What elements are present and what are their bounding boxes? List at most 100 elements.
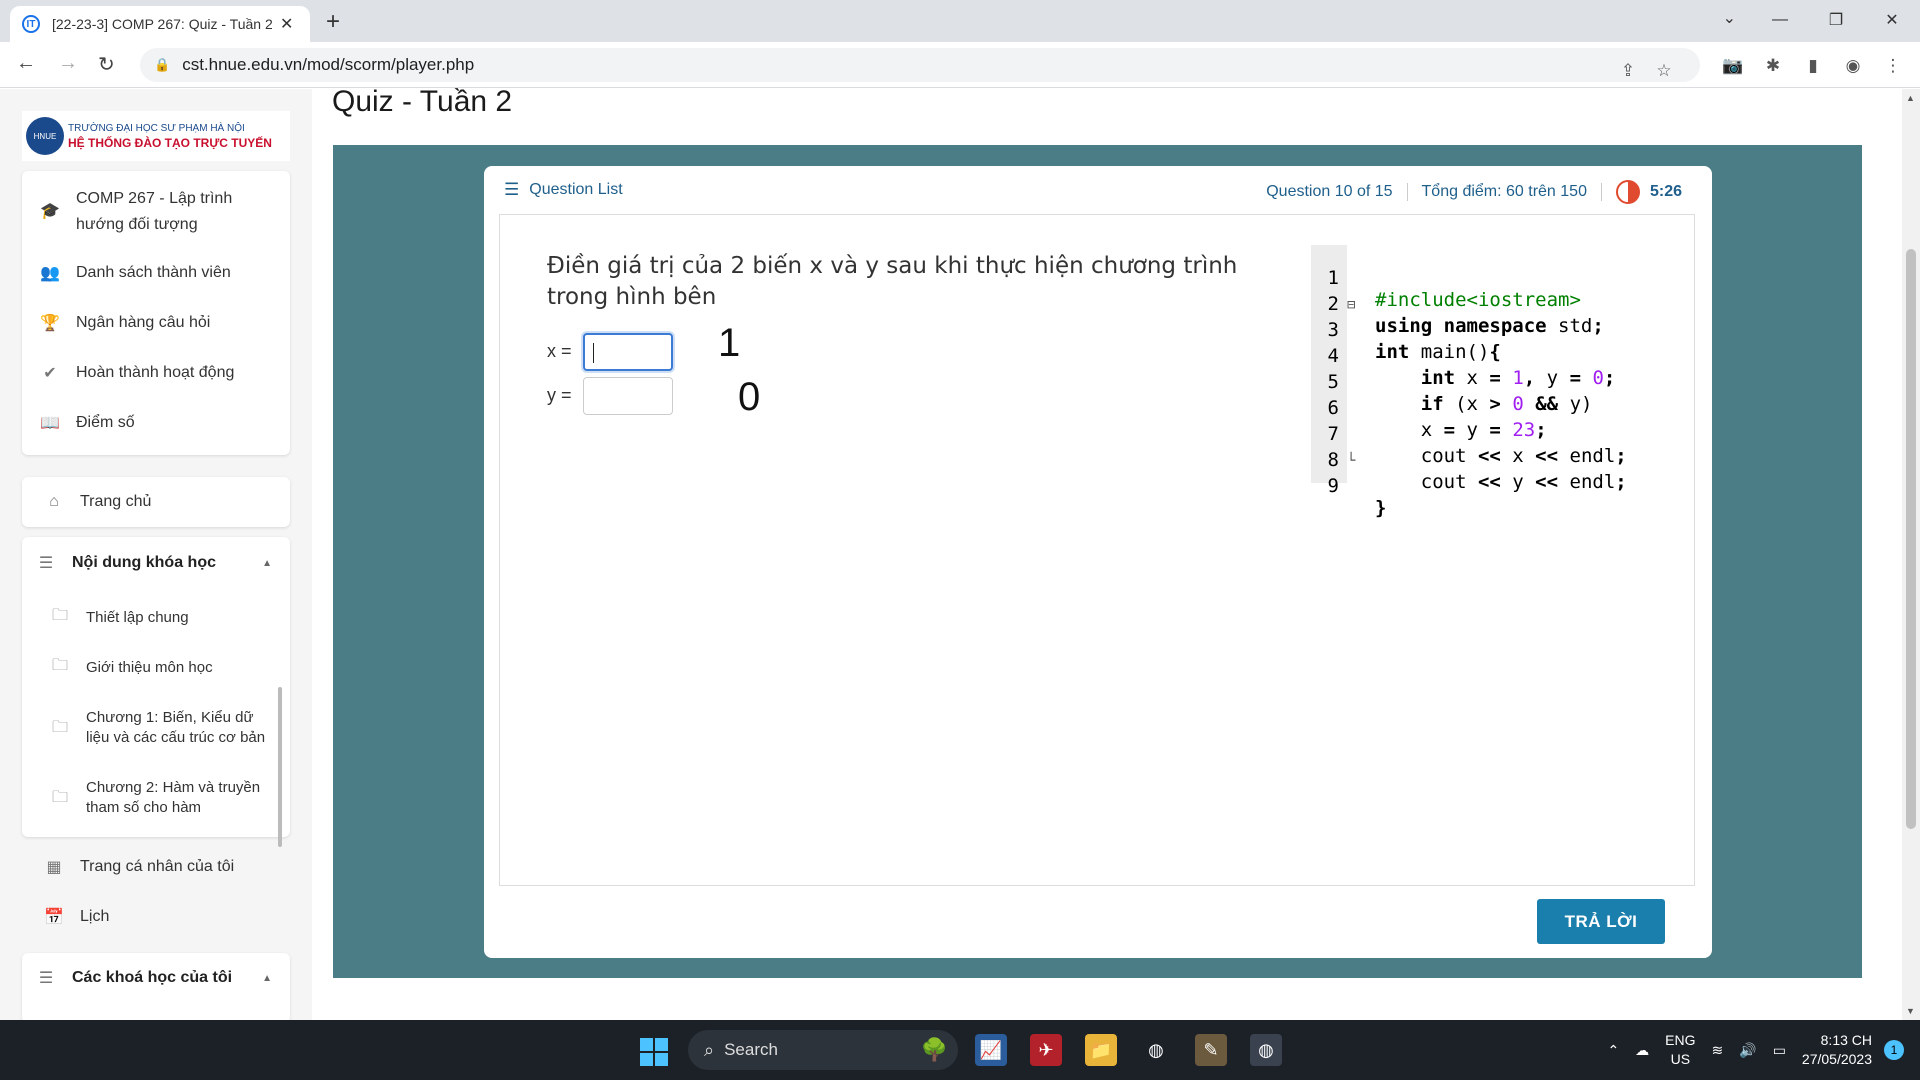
section-label: Giới thiệu môn học	[86, 658, 213, 676]
profile-avatar-icon[interactable]: ◉	[1836, 50, 1870, 82]
share-icon[interactable]: ⇪	[1612, 55, 1644, 87]
scroll-up-icon[interactable]: ▲	[1906, 93, 1915, 103]
question-list-button[interactable]: ☰ Question List	[504, 180, 623, 200]
minimize-icon[interactable]: —	[1752, 0, 1808, 40]
sidebar-item-members[interactable]: 👥 Danh sách thành viên	[22, 253, 290, 293]
bookmark-star-icon[interactable]: ☆	[1648, 55, 1680, 87]
list-icon: ☰	[38, 970, 54, 987]
folder-icon: 🗀	[51, 719, 68, 736]
side-panel-icon[interactable]: ▮	[1796, 50, 1830, 82]
total-score: Tổng điểm: 60 trên 150	[1421, 183, 1587, 200]
media-app-icon[interactable]: ✎	[1195, 1034, 1227, 1066]
x-label: x =	[547, 341, 572, 361]
section-label: Thiết lập chung	[86, 608, 189, 626]
sidebar-item-completion[interactable]: ✔ Hoàn thành hoạt động	[22, 353, 290, 393]
close-tab-icon[interactable]: ✕	[280, 14, 293, 34]
forward-icon[interactable]: →	[58, 52, 78, 75]
chrome-profile-icon[interactable]: ◍	[1250, 1034, 1282, 1066]
sidebar-item-section[interactable]: 🗀 Chương 1: Biến, Kiểu dữ liệu và các cấ…	[22, 695, 290, 761]
sidebar-item-label: Ngân hàng câu hỏi	[76, 314, 211, 331]
page-scrollbar[interactable]: ▲ ▼	[1902, 89, 1920, 1020]
sidebar-item-course[interactable]: 🎓 COMP 267 - Lập trình hướng đối tượng	[22, 185, 290, 239]
section-label: Chương 1: Biến, Kiểu dữ liệu và các cấu …	[86, 709, 266, 746]
profile-page-icon: ▦	[46, 859, 62, 876]
language-indicator[interactable]: ENG US	[1665, 1031, 1695, 1069]
new-tab-icon[interactable]: +	[326, 8, 340, 36]
close-window-icon[interactable]: ✕	[1864, 0, 1920, 40]
taskbar-search[interactable]: ⌕ Search 🌳	[688, 1030, 958, 1070]
scorm-player: ☰ Question List Question 10 of 15 Tổng đ…	[333, 145, 1862, 978]
browser-toolbar: ← → ↻ 🔒 cst.hnue.edu.vn/mod/scorm/player…	[0, 42, 1920, 88]
users-icon: 👥	[40, 265, 60, 282]
page: HNUE TRƯỜNG ĐẠI HỌC SƯ PHẠM HÀ NỘI HỆ TH…	[0, 85, 1920, 1020]
file-explorer-icon[interactable]: 📁	[1085, 1034, 1117, 1066]
quiz-meta: Question 10 of 15 Tổng điểm: 60 trên 150…	[1266, 180, 1682, 204]
list-icon: ☰	[504, 180, 520, 199]
my-courses-header[interactable]: ☰ Các khoá học của tôi ▲	[22, 957, 290, 999]
main-content: Quiz - Tuần 2 ☰ Question List Question 1…	[312, 85, 1902, 1020]
extensions-puzzle-icon[interactable]: ✱	[1756, 50, 1790, 82]
system-tray: ⌃ ☁ ENG US ≋ 🔊 ▭ 8:13 CH 27/05/2023 1	[1599, 1020, 1920, 1080]
trophy-icon: 🏆	[40, 315, 60, 332]
onedrive-cloud-icon[interactable]: ☁	[1635, 1042, 1649, 1059]
course-content-card: ☰ Nội dung khóa học ▲ 🗀 Thiết lập chung …	[22, 537, 290, 837]
home-icon: ⌂	[49, 493, 59, 510]
course-content-header[interactable]: ☰ Nội dung khóa học ▲	[22, 541, 290, 585]
back-icon[interactable]: ←	[16, 52, 36, 75]
windows-start-icon[interactable]	[640, 1038, 668, 1066]
code-line: 9 └ }	[1327, 453, 1387, 519]
sidebar-item-calendar[interactable]: 📅 Lịch	[22, 897, 290, 937]
scrollbar-thumb[interactable]	[1906, 249, 1916, 829]
collapse-caret-icon[interactable]: ▲	[262, 558, 272, 569]
browser-tabstrip: IT [22-23-3] COMP 267: Quiz - Tuần 2 ✕ +…	[0, 0, 1920, 42]
clock[interactable]: 8:13 CH 27/05/2023	[1802, 1031, 1872, 1069]
volume-icon[interactable]: 🔊	[1739, 1042, 1756, 1059]
menu-kebab-icon[interactable]: ⋮	[1876, 50, 1910, 82]
folder-icon: 🗀	[51, 656, 68, 674]
url-text[interactable]: cst.hnue.edu.vn/mod/scorm/player.php	[182, 55, 474, 75]
sidebar: HNUE TRƯỜNG ĐẠI HỌC SƯ PHẠM HÀ NỘI HỆ TH…	[0, 89, 312, 1020]
sidebar-item-section[interactable]: 🗀 Giới thiệu môn học	[22, 647, 290, 687]
address-bar[interactable]: 🔒 cst.hnue.edu.vn/mod/scorm/player.php ⇪…	[140, 48, 1700, 82]
divider	[1600, 183, 1602, 201]
red-app-icon[interactable]: ✈	[1030, 1034, 1062, 1066]
x-answer-input[interactable]	[583, 333, 673, 371]
sidebar-item-section[interactable]: 🗀 Chương 2: Hàm và truyền tham số cho hà…	[22, 773, 290, 823]
notification-badge[interactable]: 1	[1884, 1040, 1904, 1060]
restore-icon[interactable]: ❐	[1808, 0, 1864, 40]
sidebar-item-section[interactable]: 🗀 Thiết lập chung	[22, 597, 290, 637]
folder-icon: 🗀	[51, 789, 68, 806]
scroll-down-icon[interactable]: ▼	[1906, 1006, 1915, 1016]
code-line: 8 cout << y << endl;	[1327, 449, 1627, 493]
collapse-caret-icon[interactable]: ▲	[262, 973, 272, 984]
y-answer-input[interactable]	[583, 377, 673, 415]
question-list-label: Question List	[529, 181, 623, 198]
show-hidden-icons-icon[interactable]: ⌃	[1607, 1042, 1619, 1059]
submit-answer-button[interactable]: TRẢ LỜI	[1537, 899, 1665, 944]
sidebar-item-question-bank[interactable]: 🏆 Ngân hàng câu hỏi	[22, 303, 290, 343]
reload-icon[interactable]: ↻	[98, 52, 115, 77]
monitor-app-icon[interactable]: 📈	[975, 1034, 1007, 1066]
folder-icon: 🗀	[51, 606, 68, 624]
browser-tab[interactable]: IT [22-23-3] COMP 267: Quiz - Tuần 2 ✕	[10, 6, 310, 42]
sidebar-item-grades[interactable]: 📖 Điểm số	[22, 403, 290, 443]
sidebar-item-label: Danh sách thành viên	[76, 264, 231, 281]
wifi-icon[interactable]: ≋	[1712, 1042, 1724, 1059]
question-text: Điền giá trị của 2 biến x và y sau khi t…	[547, 253, 1238, 310]
tab-search-icon[interactable]: ⌄	[1723, 8, 1736, 28]
windows-taskbar: ⌕ Search 🌳 📈 ✈ 📁 ◍ ✎ ◍ ⌃ ☁ ENG US ≋ 🔊 ▭ …	[0, 1020, 1920, 1080]
graduation-cap-icon: 🎓	[40, 203, 60, 220]
sidebar-item-profile[interactable]: ▦ Trang cá nhân của tôi	[22, 847, 290, 887]
home-card: ⌂ Trang chủ	[22, 477, 290, 527]
question-body: Điền giá trị của 2 biến x và y sau khi t…	[499, 214, 1695, 886]
logo-line2: HỆ THỐNG ĐÀO TẠO TRỰC TUYẾN	[68, 135, 272, 150]
sidebar-item-label: COMP 267 - Lập trình hướng đối tượng	[76, 190, 233, 233]
chrome-icon[interactable]: ◍	[1140, 1034, 1172, 1066]
sidebar-scrollbar[interactable]	[278, 687, 282, 847]
battery-icon[interactable]: ▭	[1773, 1042, 1786, 1059]
site-logo[interactable]: HNUE TRƯỜNG ĐẠI HỌC SƯ PHẠM HÀ NỘI HỆ TH…	[22, 111, 290, 161]
course-nav-card: 🎓 COMP 267 - Lập trình hướng đối tượng 👥…	[22, 171, 290, 455]
camera-icon[interactable]: 📷	[1716, 50, 1750, 82]
sidebar-item-home[interactable]: ⌂ Trang chủ	[22, 482, 290, 522]
site-favicon-icon: IT	[22, 15, 40, 33]
